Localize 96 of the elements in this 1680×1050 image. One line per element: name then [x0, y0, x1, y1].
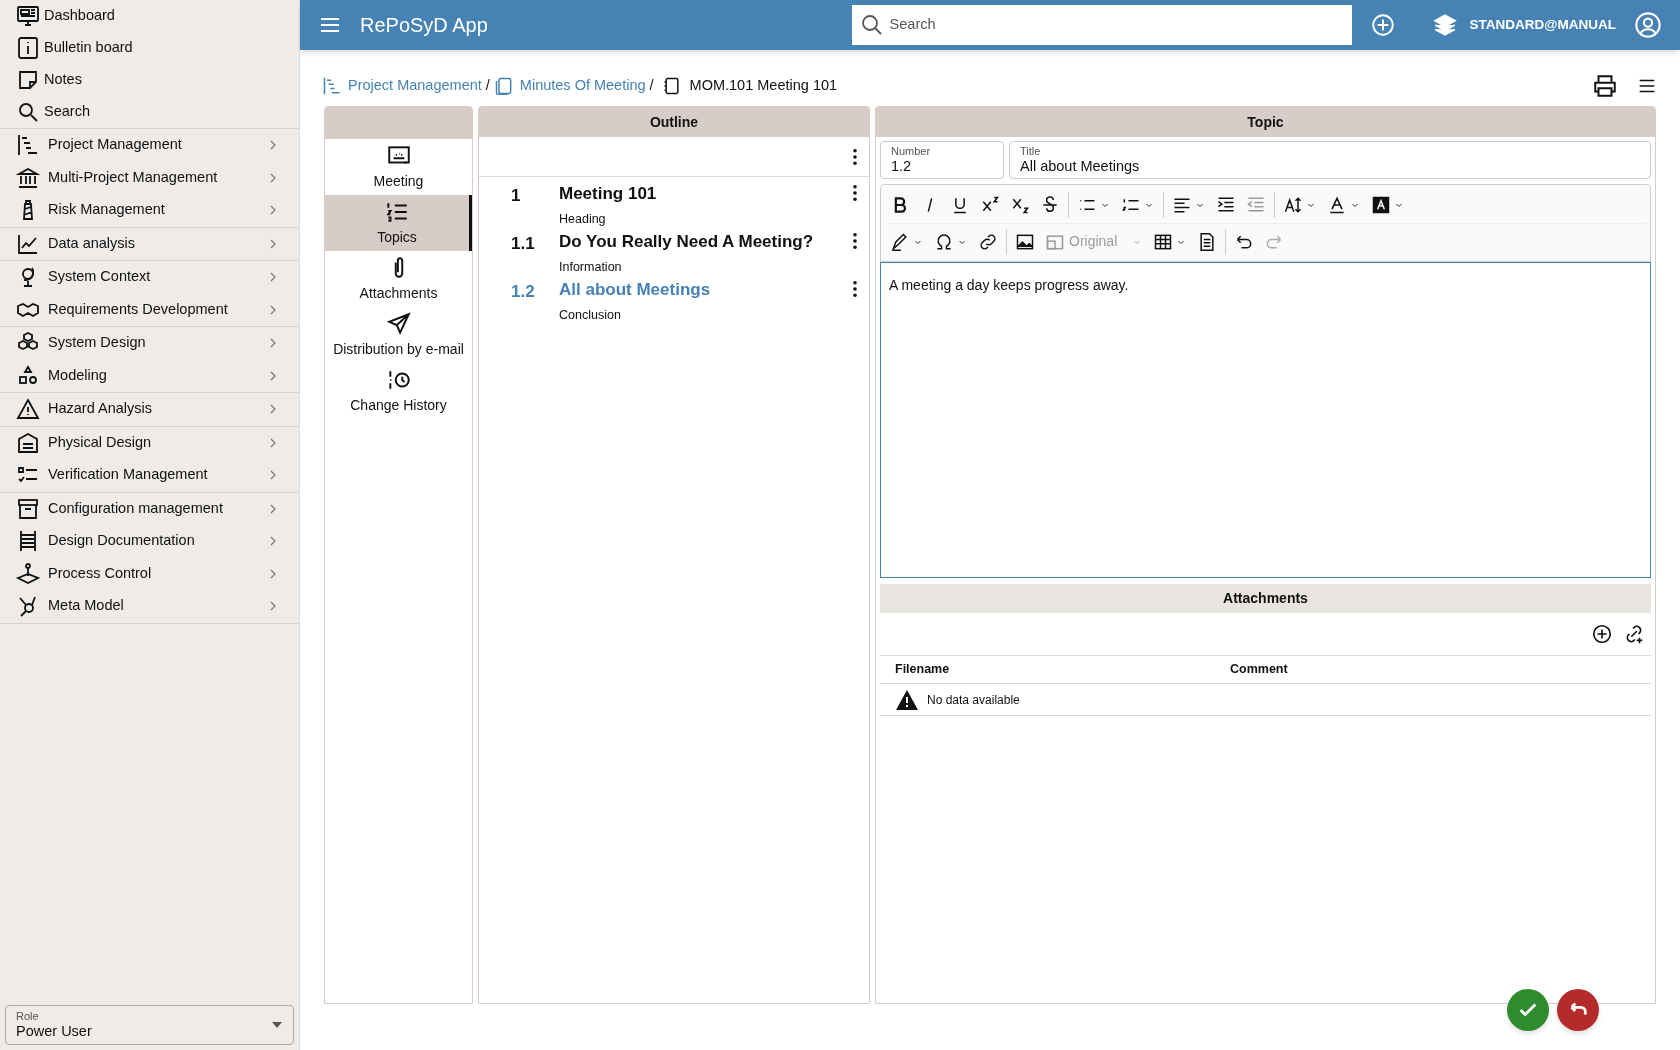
sidebar-item[interactable]: Bulletin board [0, 32, 299, 64]
bank-icon [16, 165, 40, 190]
sidebar-item[interactable]: Physical Design [0, 426, 299, 459]
more-vertical-icon [853, 233, 857, 249]
field-label: Title [1020, 145, 1042, 157]
sidebar-item[interactable]: Verification Management [0, 459, 299, 492]
font-size-icon [1283, 195, 1303, 215]
text-field[interactable]: Title All about Meetings [1009, 141, 1651, 179]
add-circle-icon [1369, 12, 1396, 38]
joystick-icon [16, 561, 40, 586]
more-vertical-icon [853, 148, 857, 165]
outdent-icon [1246, 195, 1266, 215]
paper-plane-icon [385, 310, 412, 337]
column-header: Filename [894, 661, 951, 679]
sidebar-item[interactable]: Notes [0, 64, 299, 96]
add-button[interactable] [1591, 623, 1613, 645]
sidebar-item[interactable]: Meta Model [0, 590, 299, 623]
monitor-icon [16, 4, 40, 28]
rich-text-editor[interactable]: A meeting a day keeps progress away. [880, 262, 1651, 578]
sidebar-item[interactable]: Dashboard [0, 0, 299, 32]
align-left-icon [1172, 195, 1192, 215]
sidebar-item[interactable]: Hazard Analysis [0, 393, 299, 426]
topic-type: Conclusion [559, 306, 622, 324]
search-icon [859, 13, 884, 37]
warning-icon [895, 688, 919, 711]
user-circle-icon [1634, 11, 1662, 39]
breadcrumb-separator: / [485, 76, 490, 96]
search-icon [16, 100, 40, 124]
field-value: 1.2 [891, 157, 913, 175]
topic-number: 1 [511, 185, 522, 207]
account-button[interactable] [1634, 11, 1662, 39]
text-field[interactable]: Number 1.2 [880, 141, 1004, 179]
info-icon [16, 36, 40, 60]
sidebar-item[interactable]: Multi-Project Management [0, 161, 299, 194]
gantt-icon [322, 76, 342, 96]
panel-header: Topic [876, 107, 1655, 137]
empty-message: No data available [927, 691, 1020, 709]
save-button[interactable] [1507, 989, 1549, 1031]
sidebar-item[interactable]: Risk Management [0, 194, 299, 227]
outline-item[interactable]: 1.1 Do You Really Need A Meeting? Information [479, 229, 869, 277]
topic-title: All about Meetings [559, 279, 712, 301]
panel-header: Outline [479, 107, 869, 137]
breadcrumb-separator: / [649, 76, 654, 96]
outline-item[interactable]: 1.2 All about Meetings Conclusion [479, 277, 869, 325]
more-vertical-icon [853, 185, 857, 201]
breadcrumb-link[interactable]: Project Management [348, 75, 482, 97]
sidebar-item[interactable]: System Design [0, 327, 299, 360]
app-title: RePoSyD App [360, 13, 488, 38]
topic-number: 1.1 [511, 233, 536, 255]
dropdown-arrow-icon [271, 1021, 283, 1029]
topic-type: Heading [559, 210, 607, 228]
sidebar-item[interactable]: Data analysis [0, 227, 299, 260]
print-button[interactable] [1592, 73, 1618, 99]
indent-icon [1216, 195, 1236, 215]
breadcrumb-current: MOM.101 Meeting 101 [689, 76, 838, 96]
note-icon [16, 68, 40, 92]
strikethrough-icon [1040, 195, 1060, 215]
topic-title: Meeting 101 [559, 183, 658, 205]
gantt-icon [16, 133, 40, 158]
field-label: Number [891, 145, 932, 157]
archive-icon [16, 496, 40, 521]
more-vertical-icon [853, 281, 857, 297]
topic-type: Information [559, 258, 623, 276]
link-icon [978, 231, 998, 252]
sidebar-item[interactable]: Process Control [0, 557, 299, 590]
notebook-icon [493, 76, 514, 96]
field-value: All about Meetings [1020, 157, 1141, 175]
column-header: Comment [1230, 661, 1288, 679]
role-select[interactable]: Role Power User [5, 1005, 294, 1045]
topic-number: 1.2 [511, 281, 536, 303]
field-label: Role [16, 1010, 40, 1022]
sidebar-item[interactable]: System Context [0, 261, 299, 294]
field-value: Power User [16, 1022, 93, 1040]
topic-title: Do You Really Need A Meeting? [559, 231, 815, 253]
more-button[interactable] [853, 148, 857, 165]
highlight-icon [1371, 195, 1391, 215]
sidebar-item[interactable]: Requirements Development [0, 293, 299, 326]
add-circle-icon [1591, 623, 1613, 645]
layers-icon [1431, 12, 1458, 38]
print-icon [1592, 73, 1618, 99]
nav-tab[interactable]: Topics [325, 195, 472, 251]
search-input[interactable]: Search [889, 14, 1344, 36]
outline-item[interactable]: 1 Meeting 101 Heading [479, 181, 869, 229]
search-field[interactable]: Search [851, 5, 1352, 45]
sidebar-item[interactable]: Modeling [0, 359, 299, 392]
user-name[interactable]: STANDARD@MANUAL [1469, 14, 1616, 36]
omega-icon [934, 231, 954, 252]
warning-icon [16, 397, 40, 422]
sidebar-item[interactable]: Search [0, 96, 299, 128]
sidebar-item[interactable]: Project Management [0, 129, 299, 162]
section-header: Attachments [880, 584, 1651, 613]
font-color-icon [1327, 195, 1347, 215]
sidebar-item[interactable]: Design Documentation [0, 525, 299, 558]
breadcrumb-link[interactable]: Minutes Of Meeting [519, 75, 646, 97]
undo-button[interactable] [1557, 989, 1599, 1031]
sidebar-item[interactable]: Configuration management [0, 492, 299, 525]
